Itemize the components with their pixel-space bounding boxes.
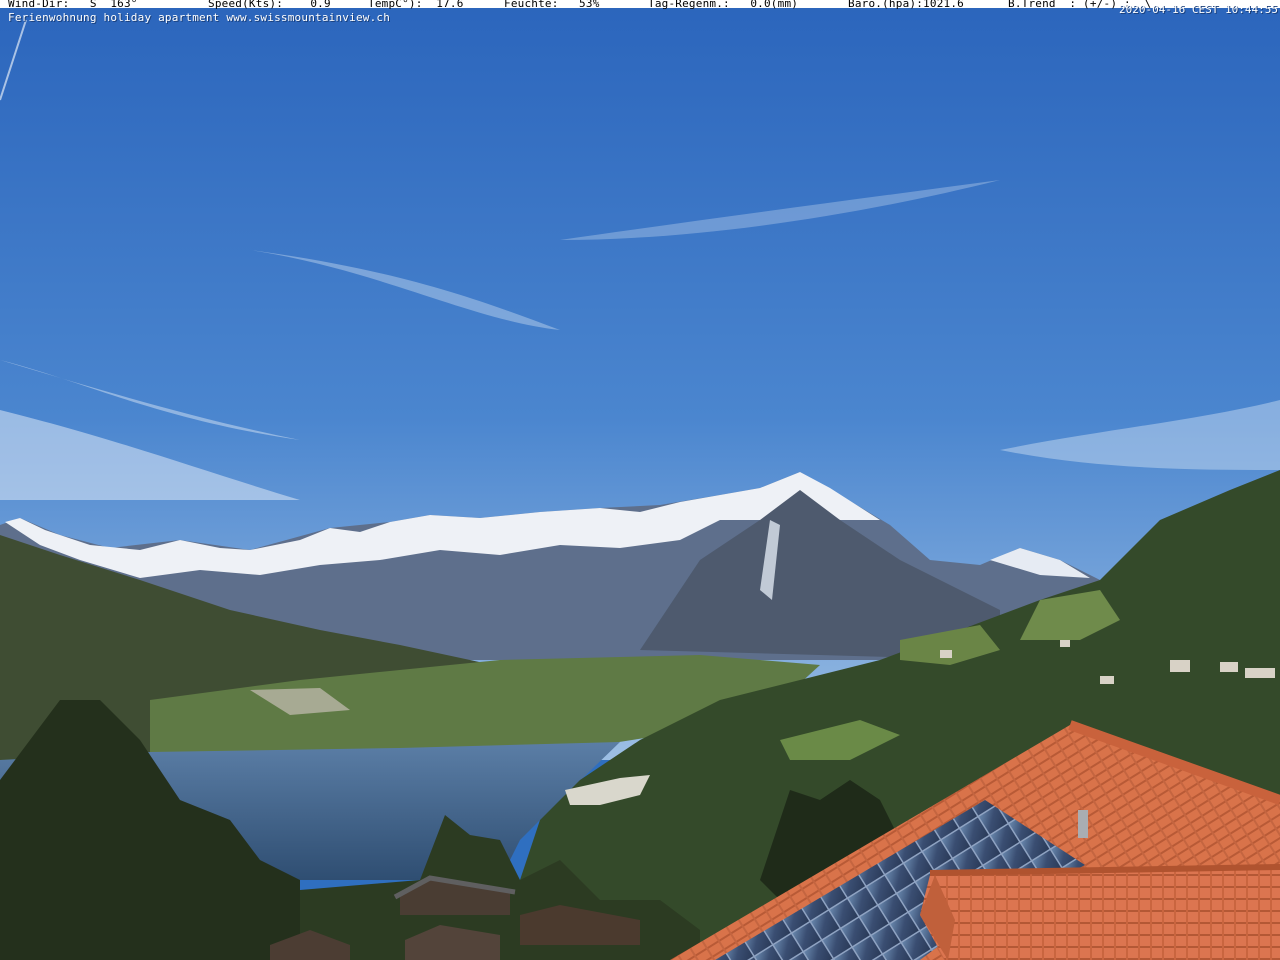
timestamp: 2020-04-16 CEST 10:44:55 bbox=[1119, 3, 1278, 16]
rain-readout: Tag-Regenm.: 0.0(mm) bbox=[648, 0, 799, 10]
webcam-landscape-image bbox=[0, 0, 1280, 960]
wind-direction-readout: Wind-Dir: S 163° bbox=[8, 0, 138, 10]
caption-text: Ferienwohnung holiday apartment www.swis… bbox=[8, 11, 391, 24]
humidity-readout: Feuchte: 53% bbox=[504, 0, 600, 10]
lower-roof bbox=[920, 868, 1280, 960]
chimney-vent bbox=[1078, 810, 1088, 838]
wind-speed-readout: Speed(Kts): 0.9 bbox=[208, 0, 331, 10]
temperature-readout: TempC°): 17.6 bbox=[368, 0, 464, 10]
barometer-readout: Baro.(hpa):1021.6 bbox=[848, 0, 964, 10]
